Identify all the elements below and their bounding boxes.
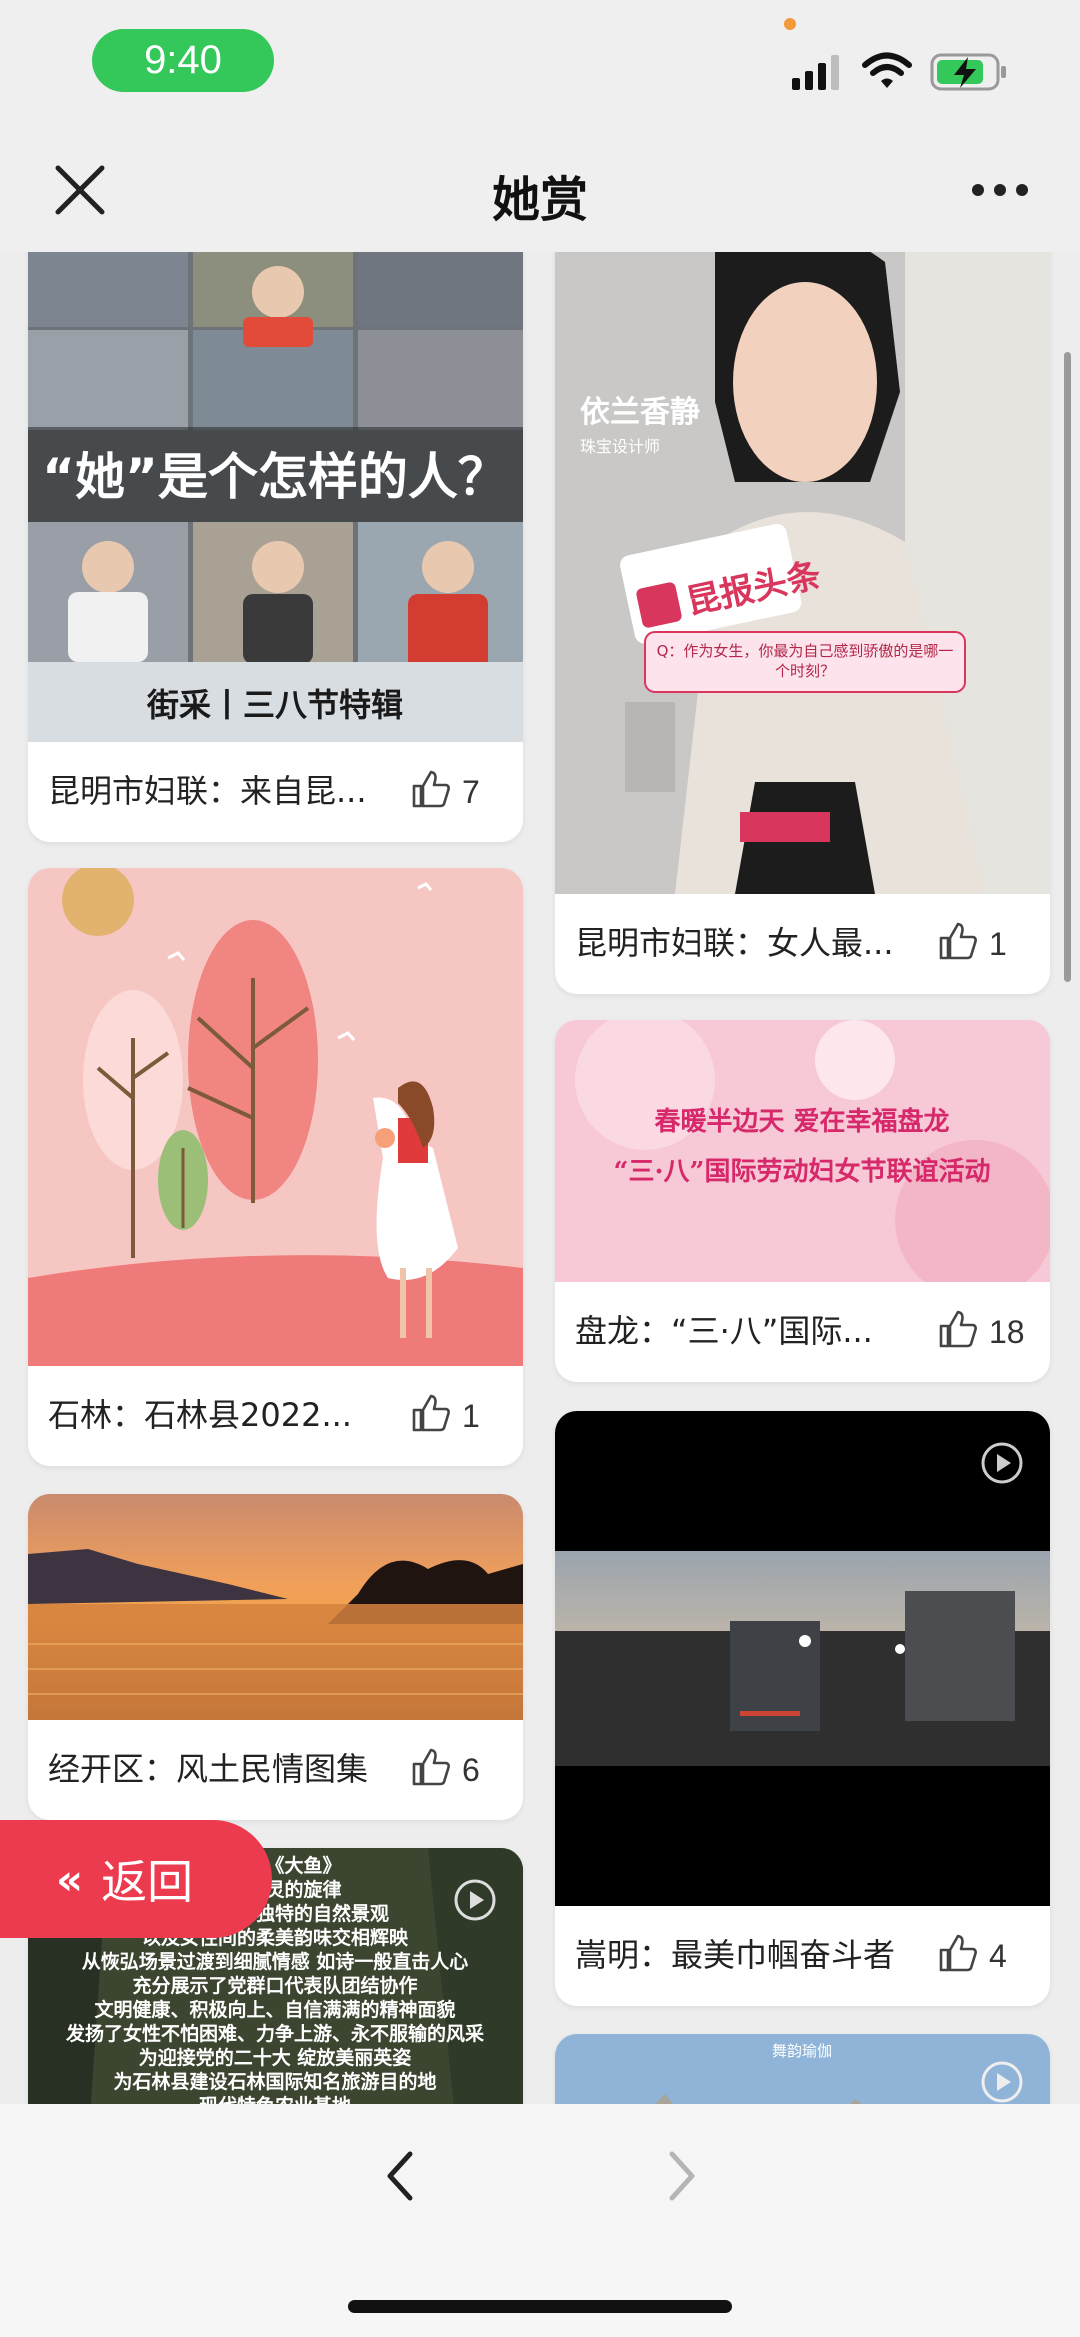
post-caption-bar: 昆明市妇联：女人最... 1: [555, 894, 1050, 994]
navigation-bar: 她赏: [0, 130, 1080, 253]
post-title: 嵩明：最美巾帼奋斗者: [575, 1936, 896, 1974]
more-options-icon[interactable]: [970, 170, 1030, 210]
post-caption-bar: 昆明市妇联：来自昆... 7: [28, 742, 523, 842]
like-count: 7: [462, 774, 480, 810]
post-card[interactable]: 嵩明：最美巾帼奋斗者 4: [555, 1411, 1050, 2006]
thumbnail-role: 珠宝设计师: [580, 437, 660, 456]
thumbnail-subheadline: “三·八”国际劳动妇女节联谊活动: [614, 1156, 991, 1187]
overlay-text-line: 从恢弘场景过渡到细腻情感 如诗一般直击人心: [82, 1950, 469, 1973]
like-count: 1: [462, 1398, 480, 1434]
video-play-icon[interactable]: [980, 1441, 1024, 1485]
like-count: 1: [989, 926, 1007, 962]
thumbs-up-icon[interactable]: [410, 1746, 452, 1788]
thumbnail-title: “她”是个怎样的人？: [42, 448, 508, 506]
post-card[interactable]: “她”是个怎样的人？ 街采丨三八节特辑 昆明市妇联：来自昆... 7: [28, 252, 523, 842]
video-play-icon[interactable]: [980, 2060, 1024, 2104]
post-caption-bar: 嵩明：最美巾帼奋斗者 4: [555, 1906, 1050, 2006]
thumbnail-title: 舞韵瑜伽: [772, 2042, 832, 2060]
overlay-text-line: 为迎接党的二十大 绽放美丽英姿: [139, 2046, 412, 2069]
post-caption-bar: 盘龙：“三·八”国际... 18: [555, 1282, 1050, 1382]
overlay-text-line: 文明健康、积极向上、自信满满的精神面貌: [94, 1998, 455, 2021]
thumbnail-subtitle: 街采丨三八节特辑: [146, 686, 403, 724]
battery-charging-icon: [930, 53, 1006, 91]
thumbnail-headline: 春暖半边天 爱在幸福盘龙: [654, 1106, 949, 1137]
cellular-signal-icon: [792, 55, 839, 90]
post-thumbnail: 春暖半边天 爱在幸福盘龙 “三·八”国际劳动妇女节联谊活动: [555, 1020, 1050, 1282]
like-count: 18: [989, 1314, 1025, 1350]
thumbs-up-icon[interactable]: [937, 920, 979, 962]
page-title: 她赏: [491, 172, 588, 228]
wifi-icon: [862, 52, 912, 88]
post-card[interactable]: 依兰香静 珠宝设计师 昆报头条 Q：作为女生，你最为自己感到骄傲的是哪一个时刻？…: [555, 252, 1050, 994]
return-label: 返回: [101, 1855, 194, 1909]
post-title: 昆明市妇联：女人最...: [575, 924, 894, 962]
thumbs-up-icon[interactable]: [937, 1308, 979, 1350]
post-title: 石林：石林县2022...: [48, 1396, 352, 1434]
post-card[interactable]: 经开区：风土民情图集 6: [28, 1494, 523, 1820]
post-title: 盘龙：“三·八”国际...: [575, 1312, 873, 1350]
overlay-text-line: 发扬了女性不怕困难、力争上游、永不服输的风采: [65, 2022, 484, 2045]
post-card[interactable]: 舞韵瑜伽: [555, 2034, 1050, 2104]
post-thumbnail: “她”是个怎样的人？ 街采丨三八节特辑: [28, 252, 523, 742]
scrollbar[interactable]: [1064, 352, 1071, 982]
thumbnail-name: 依兰香静: [580, 395, 700, 430]
post-title: 经开区：风土民情图集: [48, 1750, 369, 1788]
post-caption-bar: 经开区：风土民情图集 6: [28, 1720, 523, 1820]
home-indicator: [348, 2300, 732, 2313]
post-thumbnail: 依兰香静 珠宝设计师 昆报头条 Q：作为女生，你最为自己感到骄傲的是哪一个时刻？: [555, 252, 1050, 894]
post-card[interactable]: 石林：石林县2022... 1: [28, 868, 523, 1466]
return-button[interactable]: « 返回: [0, 1820, 272, 1938]
post-thumbnail: [28, 868, 523, 1366]
status-time: 9:40: [92, 29, 274, 92]
post-thumbnail: [28, 1494, 523, 1720]
chevron-left-icon[interactable]: [378, 2146, 422, 2206]
overlay-text-line: 现代特色农业基地: [199, 2094, 351, 2104]
thumbs-up-icon[interactable]: [410, 768, 452, 810]
post-thumbnail: [555, 1411, 1050, 1906]
like-count: 4: [989, 1938, 1007, 1974]
video-play-icon[interactable]: [453, 1878, 497, 1922]
chevron-right-icon[interactable]: [660, 2146, 704, 2206]
post-thumbnail: 舞韵瑜伽: [555, 2034, 1050, 2104]
thumbs-up-icon[interactable]: [410, 1392, 452, 1434]
thumbs-up-icon[interactable]: [937, 1932, 979, 1974]
overlay-text-line: 充分展示了党群口代表队团结协作: [132, 1974, 417, 1997]
post-caption-bar: 石林：石林县2022... 1: [28, 1366, 523, 1466]
like-count: 6: [462, 1752, 480, 1788]
thumbnail-question: Q：作为女生，你最为自己感到骄傲的是哪一个时刻？: [656, 642, 954, 680]
post-card[interactable]: 春暖半边天 爱在幸福盘龙 “三·八”国际劳动妇女节联谊活动 盘龙：“三·八”国际…: [555, 1020, 1050, 1382]
double-chevron-left-icon: «: [56, 1854, 84, 1904]
overlay-text-line: 为石林县建设石林国际知名旅游目的地: [113, 2070, 436, 2093]
camera-indicator: [784, 18, 796, 30]
post-title: 昆明市妇联：来自昆...: [48, 772, 367, 810]
status-bar: 9:40: [0, 0, 1080, 130]
